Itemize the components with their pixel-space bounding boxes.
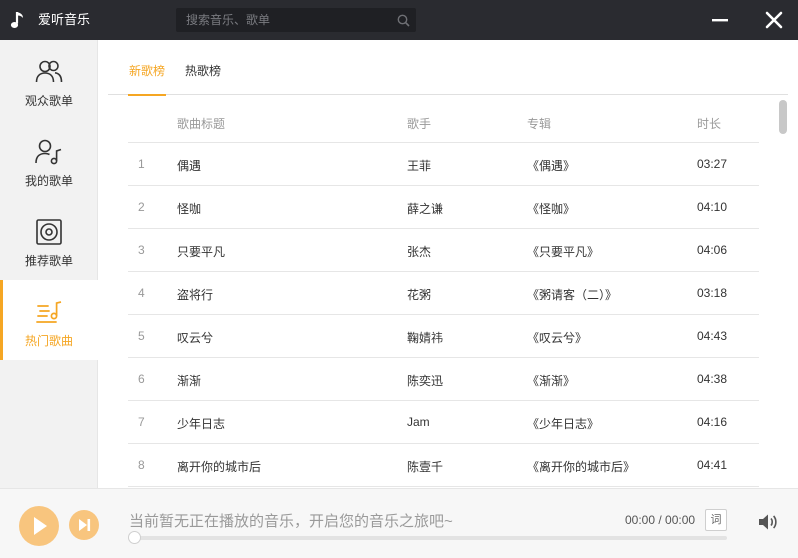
table-header: 歌曲标题 歌手 专辑 时长 (128, 100, 759, 143)
table-row[interactable]: 6 渐渐 陈奕迅 《渐渐》 04:38 (128, 358, 759, 401)
song-artist: 花粥 (407, 288, 432, 302)
table-row[interactable]: 1 偶遇 王菲 《偶遇》 03:27 (128, 143, 759, 186)
column-header-title[interactable]: 歌曲标题 (177, 115, 225, 132)
track-number: 8 (138, 458, 145, 472)
table-row[interactable]: 7 少年日志 Jam 《少年日志》 04:16 (128, 401, 759, 444)
track-number: 7 (138, 415, 145, 429)
close-icon[interactable] (762, 8, 786, 32)
playback-time: 00:00 / 00:00 (625, 513, 696, 527)
song-artist: 张杰 (407, 245, 432, 259)
user-music-icon (35, 139, 62, 165)
minimize-icon[interactable] (708, 8, 732, 32)
hot-songs-icon (36, 301, 62, 323)
sidebar-item-label: 观众歌单 (24, 94, 73, 108)
player-bar: 当前暂无正在播放的音乐，开启您的音乐之旅吧~ 00:00 / 00:00 词 (0, 488, 798, 558)
play-button[interactable] (19, 506, 59, 546)
search-box (176, 8, 416, 32)
search-input[interactable] (176, 8, 391, 32)
song-title: 离开你的城市后 (177, 460, 262, 474)
song-album: 《少年日志》 (527, 417, 600, 431)
sidebar: 观众歌单 我的歌单 推荐歌单 热门歌曲 (0, 40, 98, 488)
song-album: 《叹云兮》 (527, 331, 588, 345)
song-album: 《渐渐》 (527, 374, 576, 388)
song-title: 叹云兮 (177, 331, 214, 345)
song-duration: 04:06 (697, 243, 728, 257)
song-album: 《怪咖》 (527, 202, 576, 216)
song-artist: 王菲 (407, 159, 432, 173)
song-table: 歌曲标题 歌手 专辑 时长 1 偶遇 王菲 《偶遇》 03:27 2 怪咖 薛之谦 《怪咖》 04… (128, 100, 759, 488)
song-duration: 03:18 (697, 286, 728, 300)
skip-next-icon (79, 519, 91, 531)
scrollbar-thumb[interactable] (779, 100, 787, 134)
song-album: 《偶遇》 (527, 159, 576, 173)
music-note-icon (10, 12, 23, 28)
table-scrollbar[interactable] (778, 98, 788, 486)
sidebar-item-my-playlists[interactable]: 我的歌单 (0, 120, 98, 200)
track-number: 5 (138, 329, 145, 343)
search-icon[interactable] (397, 14, 410, 27)
song-title: 少年日志 (177, 417, 226, 431)
sidebar-item-label: 我的歌单 (24, 174, 73, 188)
table-row[interactable]: 4 盗将行 花粥 《粥请客（二）》 03:18 (128, 272, 759, 315)
tab-new-songs[interactable]: 新歌榜 (128, 54, 166, 96)
song-duration: 04:10 (697, 200, 728, 214)
sidebar-item-audience-playlists[interactable]: 观众歌单 (0, 40, 98, 120)
progress-knob[interactable] (128, 531, 141, 544)
song-album: 《粥请客（二）》 (527, 288, 618, 302)
table-row[interactable]: 3 只要平凡 张杰 《只要平凡》 04:06 (128, 229, 759, 272)
track-number: 2 (138, 200, 145, 214)
song-title: 盗将行 (177, 288, 214, 302)
vinyl-record-icon (36, 219, 62, 245)
track-number: 3 (138, 243, 145, 257)
song-title: 怪咖 (177, 202, 202, 216)
song-duration: 03:27 (697, 157, 728, 171)
column-header-artist[interactable]: 歌手 (407, 115, 431, 132)
song-artist: 薛之谦 (407, 202, 444, 216)
song-artist: Jam (407, 415, 430, 429)
table-row[interactable]: 8 离开你的城市后 陈壹千 《离开你的城市后》 04:41 (128, 444, 759, 487)
song-artist: 鞠婧祎 (407, 331, 444, 345)
song-duration: 04:16 (697, 415, 728, 429)
users-icon (35, 60, 63, 83)
chart-tabs: 新歌榜 热歌榜 (108, 54, 788, 96)
sidebar-item-recommended-playlists[interactable]: 推荐歌单 (0, 200, 98, 280)
column-header-duration[interactable]: 时长 (697, 115, 721, 132)
volume-icon[interactable] (757, 511, 779, 533)
app-title: 爱听音乐 (38, 12, 91, 27)
track-number: 6 (138, 372, 145, 386)
song-album: 《只要平凡》 (527, 245, 600, 259)
song-artist: 陈壹千 (407, 460, 444, 474)
column-header-album[interactable]: 专辑 (527, 115, 551, 132)
table-row[interactable]: 2 怪咖 薛之谦 《怪咖》 04:10 (128, 186, 759, 229)
song-title: 偶遇 (177, 159, 202, 173)
play-icon (34, 517, 47, 535)
next-track-button[interactable] (69, 510, 99, 540)
song-title: 渐渐 (177, 374, 202, 388)
sidebar-item-hot-songs[interactable]: 热门歌曲 (0, 280, 98, 360)
now-playing-text: 当前暂无正在播放的音乐，开启您的音乐之旅吧~ (129, 513, 453, 530)
song-duration: 04:38 (697, 372, 728, 386)
progress-bar[interactable] (128, 531, 727, 544)
sidebar-item-label: 推荐歌单 (24, 254, 73, 268)
table-row[interactable]: 5 叹云兮 鞠婧祎 《叹云兮》 04:43 (128, 315, 759, 358)
track-number: 1 (138, 157, 145, 171)
tab-hot-songs[interactable]: 热歌榜 (184, 54, 222, 95)
sidebar-item-label: 热门歌曲 (24, 334, 73, 348)
song-title: 只要平凡 (177, 245, 226, 259)
song-duration: 04:41 (697, 458, 728, 472)
track-number: 4 (138, 286, 145, 300)
song-duration: 04:43 (697, 329, 728, 343)
song-artist: 陈奕迅 (407, 374, 444, 388)
song-album: 《离开你的城市后》 (527, 460, 636, 474)
lyrics-button[interactable]: 词 (705, 509, 727, 531)
title-bar: 爱听音乐 (0, 0, 798, 40)
